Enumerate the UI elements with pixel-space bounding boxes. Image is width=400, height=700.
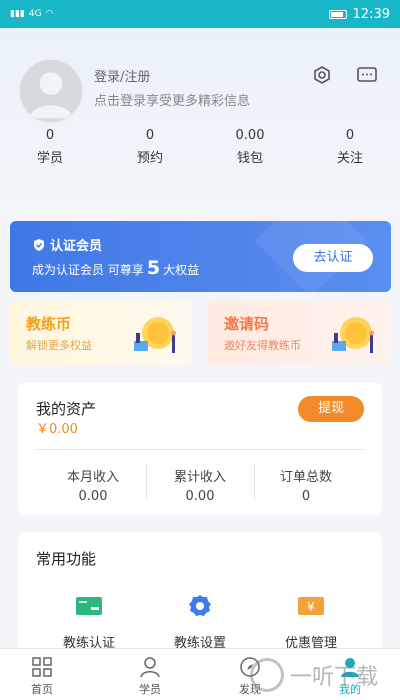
watermark-logo-icon <box>250 658 284 692</box>
coach-coin-card[interactable]: 教练币 解锁更多权益 <box>10 301 192 365</box>
stat-label: 钱包 <box>236 151 263 166</box>
default-avatar-icon <box>20 60 82 122</box>
login-register-link[interactable]: 登录/注册 <box>94 66 150 85</box>
gear-icon <box>189 595 211 616</box>
member-desc-suffix: 大权益 <box>163 263 200 277</box>
coach-certification-item[interactable]: 教练认证 <box>34 594 144 651</box>
battery-icon <box>328 9 347 19</box>
stat-value: 0 <box>345 128 355 143</box>
order-total-label: 订单总数 <box>279 470 332 485</box>
id-card-icon <box>76 597 102 615</box>
divider <box>36 449 364 450</box>
member-desc-prefix: 成为认证会员 可尊享 <box>32 263 144 277</box>
stat-value: 0.00 <box>235 128 265 143</box>
coach-coin-title: 教练币 <box>26 315 72 333</box>
stat-value: 0 <box>45 128 55 143</box>
member-title: 认证会员 <box>32 235 102 254</box>
monthly-income: 本月收入 0.00 <box>38 466 148 504</box>
stat-students[interactable]: 0 学员 <box>15 128 85 166</box>
avatar[interactable] <box>18 58 84 124</box>
coach-coin-subtitle: 解锁更多权益 <box>26 339 92 352</box>
common-functions-title: 常用功能 <box>36 550 97 568</box>
coupon-icon: ¥ <box>298 597 324 615</box>
order-total-value: 0 <box>301 489 311 504</box>
invite-code-subtitle: 邀好友得教练币 <box>224 339 301 352</box>
stat-value: 0 <box>145 128 155 143</box>
total-income-label: 累计收入 <box>173 470 226 485</box>
member-banner[interactable]: 认证会员 成为认证会员 可尊享 5 大权益 去认证 <box>10 221 391 292</box>
wifi-icon: ◠ <box>45 9 54 19</box>
invite-code-card[interactable]: 邀请码 邀好友得教练币 <box>208 301 390 365</box>
student-icon <box>138 655 162 679</box>
monthly-income-value: 0.00 <box>78 489 108 504</box>
home-grid-icon <box>30 655 54 679</box>
tab-home[interactable]: 首页 <box>12 655 72 697</box>
coin-stack-icon <box>332 317 374 353</box>
status-bar: ▮▮▮ 4G ◠ 12:39 <box>0 0 400 28</box>
status-left: ▮▮▮ 4G ◠ <box>10 9 53 19</box>
invite-code-title: 邀请码 <box>224 315 270 333</box>
member-desc: 成为认证会员 可尊享 5 大权益 <box>32 257 199 279</box>
profile-header: 登录/注册 点击登录享受更多精彩信息 0 学员 0 预约 0.00 钱包 0 关… <box>0 28 400 213</box>
assets-card: 我的资产 ￥0.00 提现 本月收入 0.00 累计收入 0.00 订单总数 0 <box>18 382 382 515</box>
message-icon[interactable] <box>356 64 378 86</box>
order-total: 订单总数 0 <box>251 466 361 504</box>
coach-settings-item[interactable]: 教练设置 <box>145 594 255 651</box>
assets-amount: ￥0.00 <box>36 422 78 437</box>
signal-icon: ▮▮▮ <box>10 9 25 19</box>
stat-appointments[interactable]: 0 预约 <box>115 128 185 166</box>
common-functions-card: 常用功能 教练认证 教练设置 ¥ 优惠管理 <box>18 532 382 662</box>
stat-wallet[interactable]: 0.00 钱包 <box>215 128 285 166</box>
member-benefit-count: 5 <box>146 257 161 279</box>
verify-button[interactable]: 去认证 <box>293 244 373 272</box>
watermark: 一听下载 <box>250 650 400 700</box>
coupon-management-item[interactable]: ¥ 优惠管理 <box>256 594 366 651</box>
member-title-text: 认证会员 <box>50 239 103 254</box>
network-type: 4G <box>28 9 42 19</box>
stat-label: 预约 <box>136 151 163 166</box>
monthly-income-label: 本月收入 <box>66 470 119 485</box>
tab-students-label: 学员 <box>139 683 161 696</box>
svg-text:¥: ¥ <box>307 600 315 614</box>
withdraw-button[interactable]: 提现 <box>298 396 364 422</box>
stat-label: 关注 <box>336 151 363 166</box>
stat-following[interactable]: 0 关注 <box>315 128 385 166</box>
tab-students[interactable]: 学员 <box>120 655 180 697</box>
shield-icon <box>34 238 44 251</box>
login-hint: 点击登录享受更多精彩信息 <box>94 94 251 109</box>
total-income: 累计收入 0.00 <box>145 466 255 504</box>
scan-icon[interactable] <box>311 64 333 86</box>
assets-title: 我的资产 <box>36 400 97 418</box>
status-right: 12:39 <box>328 6 390 22</box>
total-income-value: 0.00 <box>185 489 215 504</box>
coin-stack-icon <box>134 317 176 353</box>
watermark-text: 一听下载 <box>290 665 379 690</box>
stat-label: 学员 <box>36 151 63 166</box>
clock: 12:39 <box>352 6 390 22</box>
tab-home-label: 首页 <box>31 683 53 696</box>
